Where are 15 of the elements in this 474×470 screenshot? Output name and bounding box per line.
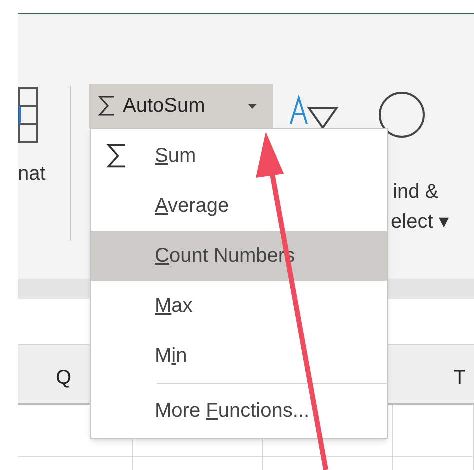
- select-label: elect ▾: [391, 212, 449, 232]
- grid-cell[interactable]: [393, 405, 474, 457]
- autosum-button[interactable]: AutoSum: [89, 84, 273, 128]
- menu-item[interactable]: Min: [91, 331, 387, 381]
- menu-item[interactable]: More Functions...: [91, 386, 387, 436]
- column-header: T: [454, 366, 466, 391]
- menu-item[interactable]: Average: [91, 181, 387, 231]
- menu-item[interactable]: Sum: [91, 131, 387, 181]
- caret-icon: [248, 104, 257, 108]
- menu-item[interactable]: Max: [91, 281, 387, 331]
- column-header: Q: [56, 366, 72, 391]
- sigma-icon: [97, 95, 117, 117]
- find-label: ind &: [393, 182, 440, 202]
- ribbon-label: nat: [18, 164, 47, 184]
- table-icon: [18, 84, 38, 144]
